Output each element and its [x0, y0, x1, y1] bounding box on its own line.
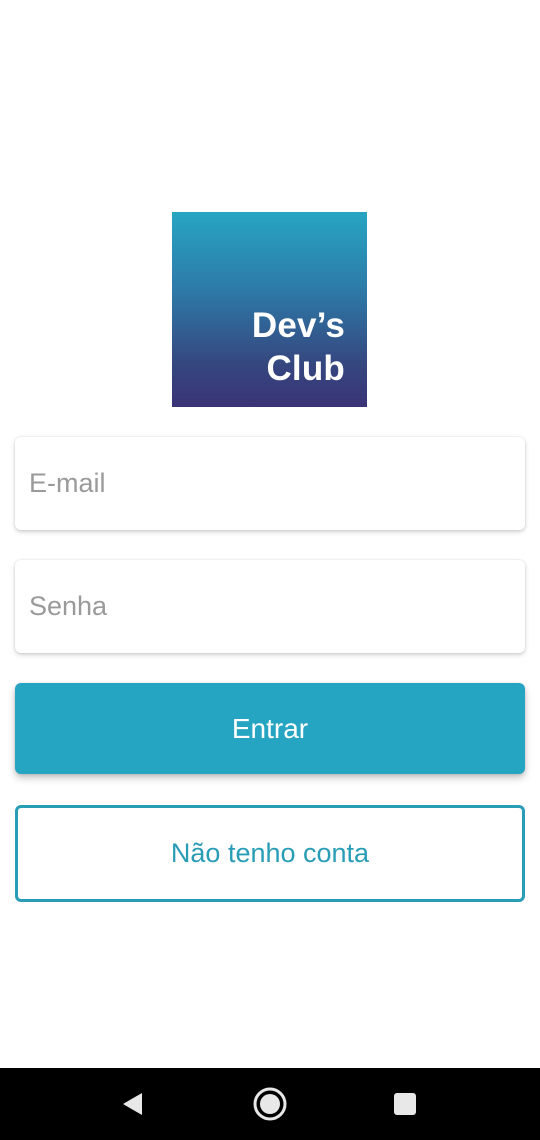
- password-field-container: [15, 560, 525, 653]
- recents-button[interactable]: [385, 1084, 425, 1124]
- home-icon: [253, 1087, 287, 1121]
- password-input[interactable]: [15, 560, 525, 653]
- logo-line-1: Dev’s: [251, 306, 345, 345]
- back-button[interactable]: [113, 1084, 153, 1124]
- email-field-container: [15, 437, 525, 530]
- login-screen: Dev’s Club Entrar Não tenho conta: [0, 0, 540, 1068]
- login-button[interactable]: Entrar: [15, 683, 525, 774]
- back-icon: [123, 1093, 142, 1115]
- logo-text: Dev’s Club: [252, 304, 345, 390]
- recents-icon: [394, 1093, 416, 1115]
- email-input[interactable]: [15, 437, 525, 530]
- devs-club-logo: Dev’s Club: [172, 212, 367, 407]
- logo-line-2: Club: [266, 349, 345, 388]
- no-account-button[interactable]: Não tenho conta: [15, 805, 525, 902]
- system-navigation-bar: [0, 1068, 540, 1140]
- home-button[interactable]: [250, 1084, 290, 1124]
